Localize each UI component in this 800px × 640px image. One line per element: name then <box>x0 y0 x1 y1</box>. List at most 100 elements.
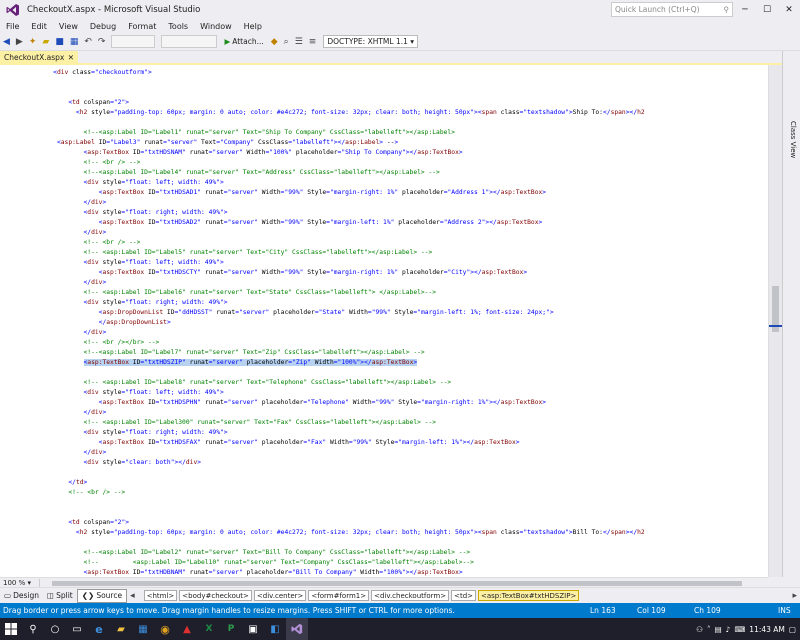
class-view-tab[interactable]: Class View <box>789 121 797 158</box>
code-line[interactable]: <div class="checkoutform"> <box>38 68 152 78</box>
maximize-button[interactable]: ☐ <box>756 0 778 19</box>
solution-platform-dropdown[interactable] <box>161 35 218 48</box>
vertical-scrollbar[interactable] <box>768 65 783 577</box>
keyboard-icon[interactable]: ⌨ <box>734 625 745 634</box>
tab-checkoutx-aspx[interactable]: CheckoutX.aspx ✕ <box>0 51 78 65</box>
code-line[interactable]: </div> <box>38 198 107 208</box>
breakpoint-icon[interactable]: ◆ <box>268 37 281 47</box>
store-icon[interactable]: ▦ <box>132 618 154 640</box>
menu-format[interactable]: Format <box>122 22 162 31</box>
code-line[interactable]: <div style="float: left; width: 49%"> <box>38 178 224 188</box>
code-line[interactable]: <asp:TextBox ID="txtHDSCTY" runat="serve… <box>38 268 527 278</box>
menu-help[interactable]: Help <box>238 22 268 31</box>
code-line[interactable]: </div> <box>38 278 107 288</box>
breadcrumb-td[interactable]: <td> <box>451 590 476 601</box>
code-line[interactable]: <asp:TextBox ID="txtHDSNAM" runat="serve… <box>38 148 463 158</box>
breadcrumb-html[interactable]: <html> <box>143 590 178 601</box>
chevron-right-icon[interactable]: ▸ <box>789 591 800 601</box>
code-line[interactable]: <!-- <br /> --> <box>38 158 140 168</box>
menu-window[interactable]: Window <box>194 22 238 31</box>
code-line[interactable]: <div style="float: right; width: 49%"> <box>38 208 228 218</box>
close-button[interactable]: ✕ <box>778 0 800 19</box>
menu-file[interactable]: File <box>0 22 25 31</box>
comment-icon[interactable]: ☰ <box>292 37 306 47</box>
code-line[interactable]: </div> <box>38 448 107 458</box>
code-line[interactable]: <div style="float: right; width: 49%"> <box>38 298 228 308</box>
back-icon[interactable]: ◀ <box>0 37 13 47</box>
code-line[interactable]: </div> <box>38 328 107 338</box>
source-view-button[interactable]: ❮❯ Source <box>76 588 128 603</box>
code-line[interactable]: <div style="float: left; width: 49%"> <box>38 258 224 268</box>
selected-code[interactable]: <asp:TextBox ID="txtHDSZIP" runat="serve… <box>83 359 418 366</box>
code-line[interactable]: <!-- <asp:Label ID="Label5" runat="serve… <box>38 248 432 258</box>
minimize-button[interactable]: ─ <box>734 0 756 19</box>
breadcrumb-body[interactable]: <body#checkout> <box>179 590 252 601</box>
visual-studio-taskbar-icon[interactable] <box>286 618 308 640</box>
code-line[interactable]: <asp:DropDownList ID="ddHDSST" runat="se… <box>38 308 554 318</box>
menu-edit[interactable]: Edit <box>25 22 53 31</box>
open-folder-icon[interactable]: ▰ <box>39 37 52 47</box>
code-line[interactable]: <!--<asp:Label ID="Label1" runat="server… <box>38 128 455 138</box>
code-line[interactable]: <asp:TextBox ID="txtHDSAD2" runat="serve… <box>38 218 543 228</box>
volume-icon[interactable]: ♪ <box>726 625 731 634</box>
code-line[interactable]: <!-- <asp:Label ID="Label10" runat="serv… <box>38 558 474 568</box>
find-icon[interactable]: ⌕ <box>281 37 292 47</box>
horizontal-scrollbar-thumb[interactable] <box>52 581 742 586</box>
code-line[interactable]: <h2 style="padding-top: 60px; margin: 0 … <box>38 108 645 118</box>
edge-icon[interactable]: e <box>88 618 110 640</box>
file-explorer-icon[interactable]: ▰ <box>110 618 132 640</box>
close-tab-icon[interactable]: ✕ <box>68 53 74 63</box>
code-line[interactable]: <!--<asp:Label ID="Label4" runat="server… <box>38 168 439 178</box>
code-line[interactable]: <div style="clear: both"></div> <box>38 458 202 468</box>
chrome-icon[interactable]: ◉ <box>154 618 176 640</box>
code-line[interactable]: <asp:Label ID="Label3" runat="server" Te… <box>38 138 398 148</box>
code-line[interactable]: </td> <box>38 478 87 488</box>
solution-config-dropdown[interactable] <box>111 35 156 48</box>
code-line[interactable]: <div style="float: left; width: 49%"> <box>38 388 224 398</box>
code-line[interactable]: <asp:TextBox ID="txtHDSAD1" runat="serve… <box>38 188 546 198</box>
code-line[interactable]: </div> <box>38 228 107 238</box>
format-icon[interactable]: ≡ <box>306 37 320 47</box>
excel-icon[interactable]: X <box>198 618 220 640</box>
code-line[interactable]: <h2 style="padding-top: 60px; margin: 0 … <box>38 528 645 538</box>
code-line[interactable]: <asp:TextBox ID="txtHDSZIP" runat="serve… <box>38 358 418 368</box>
pdf-icon[interactable]: ▲ <box>176 618 198 640</box>
code-line[interactable]: <asp:TextBox ID="txtHDSPHN" runat="serve… <box>38 398 546 408</box>
attach-button[interactable]: ▶ Attach... <box>224 37 263 46</box>
code-line[interactable]: <!-- <asp:Label ID="Label300" runat="ser… <box>38 418 436 428</box>
notifications-icon[interactable]: ▢ <box>789 625 796 634</box>
code-line[interactable]: <!-- <asp:Label ID="Label6" runat="serve… <box>38 288 436 298</box>
code-line[interactable]: <!--<asp:Label ID="Label7" runat="server… <box>38 348 424 358</box>
project-icon[interactable]: P <box>220 618 242 640</box>
search-icon[interactable]: ⚲ <box>22 618 44 640</box>
network-icon[interactable]: ▤ <box>715 625 722 634</box>
task-view-icon[interactable]: ▭ <box>66 618 88 640</box>
quick-launch-input[interactable]: Quick Launch (Ctrl+Q) ⚲ <box>611 2 733 17</box>
code-line[interactable]: <!--<asp:Label ID="Label2" runat="server… <box>38 548 470 558</box>
code-line[interactable]: </div> <box>38 408 107 418</box>
doctype-dropdown[interactable]: DOCTYPE: XHTML 1.1 ▾ <box>323 35 419 48</box>
code-line[interactable]: <!-- <br /> --> <box>38 238 140 248</box>
terminal-icon[interactable]: ▣ <box>242 618 264 640</box>
people-icon[interactable]: ⚇ <box>696 625 703 634</box>
code-line[interactable]: <td colspan="2"> <box>38 98 129 108</box>
menu-view[interactable]: View <box>53 22 84 31</box>
breadcrumb-form[interactable]: <form#form1> <box>308 590 370 601</box>
horizontal-scrollbar[interactable] <box>42 580 768 587</box>
forward-icon[interactable]: ▶ <box>13 37 26 47</box>
undo-icon[interactable]: ↶ <box>81 37 95 47</box>
breadcrumb-div-checkoutform[interactable]: <div.checkoutform> <box>371 590 450 601</box>
split-view-button[interactable]: ◫ Split <box>43 589 77 603</box>
redo-icon[interactable]: ↷ <box>95 37 109 47</box>
save-all-icon[interactable]: ▦ <box>67 37 82 47</box>
breadcrumb-div-center[interactable]: <div.center> <box>253 590 307 601</box>
code-line[interactable]: <!-- <br /></br> --> <box>38 338 159 348</box>
zoom-level-dropdown[interactable]: 100 % ▾ <box>0 578 40 587</box>
cortana-icon[interactable]: ○ <box>44 618 66 640</box>
code-line[interactable]: <td colspan="2"> <box>38 518 129 528</box>
save-icon[interactable]: ■ <box>52 37 67 47</box>
code-line[interactable]: <asp:TextBox ID="txtHDBNAM" runat="serve… <box>38 568 463 577</box>
code-line[interactable]: </asp:DropDownList> <box>38 318 171 328</box>
remote-desktop-icon[interactable]: ◧ <box>264 618 286 640</box>
chevron-up-icon[interactable]: ˄ <box>707 625 711 634</box>
